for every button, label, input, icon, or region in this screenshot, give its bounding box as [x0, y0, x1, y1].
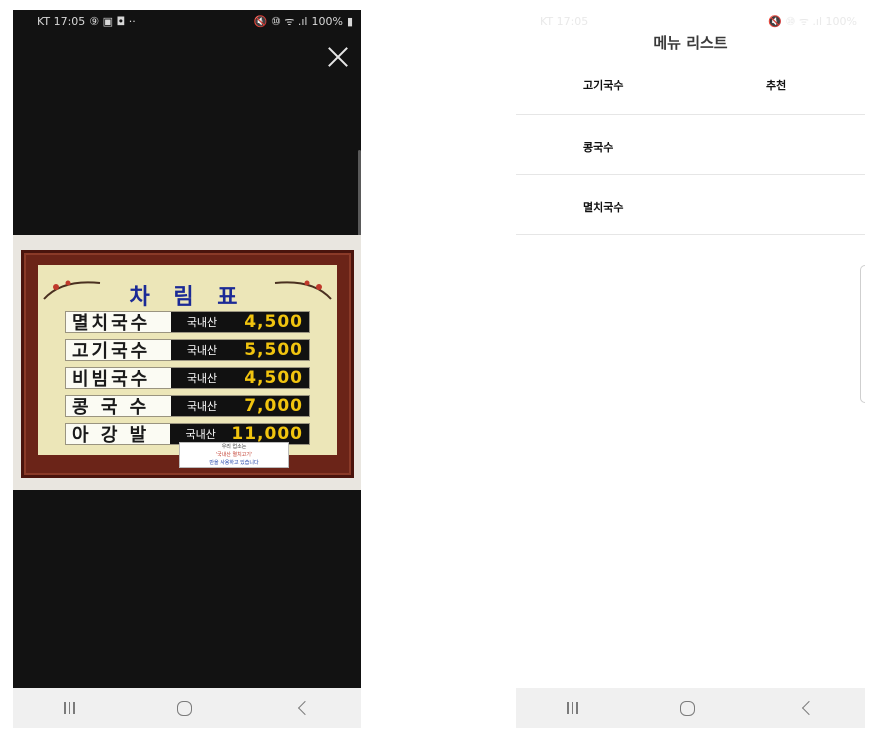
menu-item-name: 콩국수 — [583, 141, 614, 154]
notice-line: 만을 사용하고 있습니다 — [209, 460, 259, 466]
list-item[interactable]: 콩국수 — [516, 115, 865, 175]
status-bar: KT 17:05 🔇 ⑩ ᯤ .ıl 100% — [516, 10, 865, 33]
board-row: 콩 국 수 국내산 7,000 — [65, 395, 310, 418]
notice-line: 우리 업소는 — [221, 444, 247, 450]
notification-icons: ⑨ ▣ ◘ ·· — [89, 15, 136, 28]
board-item-price: 7,000 — [233, 396, 309, 416]
menu-item-name: 고기국수 — [583, 79, 624, 92]
menu-item-name: 멸치국수 — [583, 201, 624, 214]
board-row: 멸치국수 국내산 4,500 — [65, 311, 310, 334]
battery-level: 100% — [311, 15, 343, 28]
back-icon[interactable] — [801, 700, 816, 716]
board-item-origin: 국내산 — [171, 340, 233, 360]
board-item-origin: 국내산 — [171, 396, 233, 416]
home-icon[interactable] — [680, 700, 696, 716]
board-item-origin: 국내산 — [171, 368, 233, 388]
recents-icon[interactable] — [64, 702, 75, 714]
origin-notice-sign: 우리 업소는 '국내산 멸치고기' 만을 사용하고 있습니다 — [179, 442, 289, 468]
navigation-bar — [516, 688, 865, 728]
board-frame: 차 림 표 멸치국수 국내산 4,500 고기국수 국내산 5,500 비빔국수… — [21, 250, 354, 478]
board-item-price: 5,500 — [233, 340, 309, 360]
signal-icons: 🔇 ⑩ ᯤ .ıl 100% — [768, 15, 857, 28]
carrier-time: KT 17:05 — [37, 15, 86, 28]
board-item-price: 4,500 — [233, 312, 309, 332]
screenshot-root: KT 17:05 ⑨ ▣ ◘ ·· 🔇 ⑩ ᯤ .ıl 100% ▮ 차 림 표… — [0, 0, 876, 735]
carrier-time: KT 17:05 — [540, 15, 589, 28]
battery-icon: ▮ — [346, 15, 353, 28]
board-item-name: 멸치국수 — [72, 313, 151, 334]
list-item[interactable]: 멸치국수 — [516, 175, 865, 235]
board-item-name: 아 강 발 — [72, 425, 150, 446]
board-menu-rows: 멸치국수 국내산 4,500 고기국수 국내산 5,500 비빔국수 국내산 4… — [65, 311, 310, 451]
board-item-origin: 국내산 — [170, 424, 232, 444]
plum-branch-icon — [274, 280, 332, 300]
board-item-name: 고기국수 — [72, 341, 151, 362]
close-icon[interactable] — [327, 46, 349, 68]
signal-icons: 🔇 ⑩ ᯤ .ıl — [253, 15, 308, 28]
board-item-origin: 국내산 — [171, 312, 233, 332]
menu-board-photo[interactable]: 차 림 표 멸치국수 국내산 4,500 고기국수 국내산 5,500 비빔국수… — [13, 235, 361, 490]
back-icon[interactable] — [297, 700, 312, 716]
board-row: 비빔국수 국내산 4,500 — [65, 367, 310, 390]
navigation-bar — [13, 688, 361, 728]
recents-icon[interactable] — [567, 702, 578, 714]
menu-list: 고기국수 추천 콩국수 멸치국수 — [516, 55, 865, 235]
board-item-price: 4,500 — [233, 368, 309, 388]
list-item[interactable]: 고기국수 추천 — [516, 55, 865, 115]
board-row: 고기국수 국내산 5,500 — [65, 339, 310, 362]
page-title: 메뉴 리스트 — [653, 34, 728, 52]
board-item-name: 비빔국수 — [72, 369, 151, 390]
notice-line: '국내산 멸치고기' — [215, 452, 253, 458]
board-item-price: 11,000 — [231, 424, 309, 444]
photo-viewer-screen: KT 17:05 ⑨ ▣ ◘ ·· 🔇 ⑩ ᯤ .ıl 100% ▮ 차 림 표… — [13, 10, 361, 728]
home-icon[interactable] — [176, 700, 192, 716]
menu-list-screen: KT 17:05 🔇 ⑩ ᯤ .ıl 100% 메뉴 리스트 고기국수 추천 콩… — [516, 10, 865, 728]
board-surface: 차 림 표 멸치국수 국내산 4,500 고기국수 국내산 5,500 비빔국수… — [38, 265, 337, 455]
status-bar: KT 17:05 ⑨ ▣ ◘ ·· 🔇 ⑩ ᯤ .ıl 100% ▮ — [13, 10, 361, 33]
board-item-name: 콩 국 수 — [72, 397, 150, 418]
edge-panel-handle[interactable] — [860, 265, 865, 403]
recommend-badge: 추천 — [766, 79, 787, 92]
